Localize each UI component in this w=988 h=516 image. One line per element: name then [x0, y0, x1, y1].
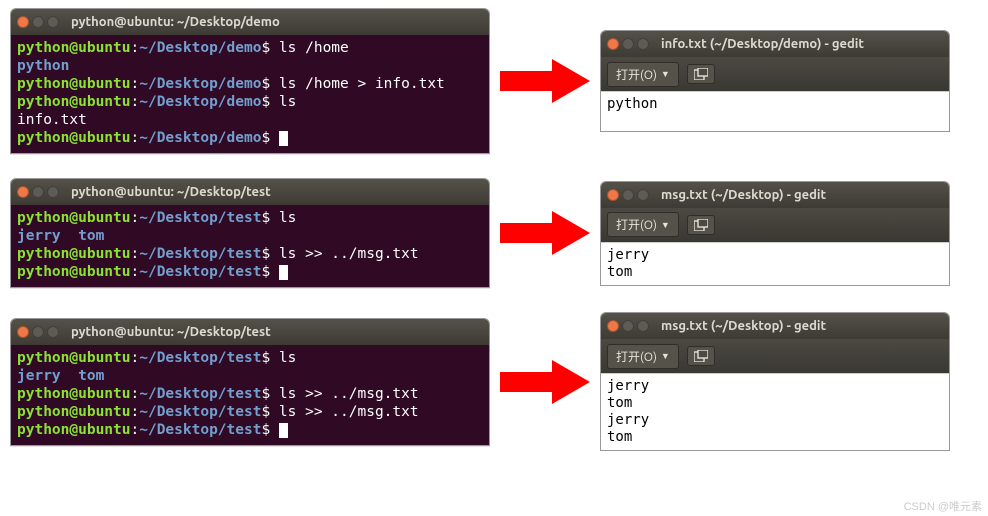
- window-titlebar: python@ubuntu: ~/Desktop/demo: [11, 9, 489, 35]
- terminal-window: python@ubuntu: ~/Desktop/demo python@ubun…: [10, 8, 490, 154]
- terminal-line: python: [17, 57, 483, 75]
- gedit-window: msg.txt (~/Desktop) - gedit 打开(O)▼ jerryto…: [600, 181, 950, 286]
- terminal-line: python@ubuntu:~/Desktop/demo$: [17, 129, 483, 147]
- terminal-line: python@ubuntu:~/Desktop/test$ ls: [17, 349, 483, 367]
- gedit-line: tom: [607, 395, 943, 412]
- terminal-line: python@ubuntu:~/Desktop/test$ ls: [17, 209, 483, 227]
- terminal-line: jerry tom: [17, 227, 483, 245]
- terminal-line: python@ubuntu:~/Desktop/test$ ls >> ../m…: [17, 245, 483, 263]
- window-controls: [607, 320, 649, 332]
- gedit-line: python: [607, 96, 943, 113]
- terminal-line: python@ubuntu:~/Desktop/test$: [17, 263, 483, 281]
- window-controls: [17, 326, 59, 338]
- gedit-line: jerry: [607, 247, 943, 264]
- terminal-cursor: [279, 423, 288, 438]
- open-button[interactable]: 打开(O)▼: [607, 212, 679, 237]
- terminal-line: python@ubuntu:~/Desktop/demo$ ls: [17, 93, 483, 111]
- terminal-body[interactable]: python@ubuntu:~/Desktop/test$ lsjerry to…: [11, 345, 489, 445]
- terminal-body[interactable]: python@ubuntu:~/Desktop/demo$ ls /homepy…: [11, 35, 489, 153]
- terminal-cursor: [279, 131, 288, 146]
- close-button[interactable]: [17, 186, 29, 198]
- min-button[interactable]: [32, 16, 44, 28]
- close-button[interactable]: [17, 326, 29, 338]
- terminal-body[interactable]: python@ubuntu:~/Desktop/test$ lsjerry to…: [11, 205, 489, 287]
- window-controls: [607, 189, 649, 201]
- close-button[interactable]: [607, 320, 619, 332]
- terminal-line: python@ubuntu:~/Desktop/demo$ ls /home: [17, 39, 483, 57]
- terminal-line: python@ubuntu:~/Desktop/demo$ ls /home >…: [17, 75, 483, 93]
- max-button[interactable]: [47, 186, 59, 198]
- close-button[interactable]: [607, 189, 619, 201]
- example-row: python@ubuntu: ~/Desktop/test python@ubun…: [10, 312, 978, 451]
- window-titlebar: msg.txt (~/Desktop) - gedit: [601, 182, 949, 208]
- gedit-toolbar: 打开(O)▼: [601, 208, 949, 242]
- max-button[interactable]: [637, 320, 649, 332]
- example-row: python@ubuntu: ~/Desktop/test python@ubun…: [10, 178, 978, 288]
- new-tab-button[interactable]: [687, 64, 715, 84]
- gedit-line: jerry: [607, 378, 943, 395]
- min-button[interactable]: [32, 326, 44, 338]
- gedit-text-area[interactable]: jerrytom: [601, 242, 949, 285]
- close-button[interactable]: [17, 16, 29, 28]
- min-button[interactable]: [622, 38, 634, 50]
- terminal-line: python@ubuntu:~/Desktop/test$ ls >> ../m…: [17, 403, 483, 421]
- window-titlebar: msg.txt (~/Desktop) - gedit: [601, 313, 949, 339]
- gedit-text-area[interactable]: jerrytomjerrytom: [601, 373, 949, 450]
- max-button[interactable]: [47, 326, 59, 338]
- terminal-line: python@ubuntu:~/Desktop/test$: [17, 421, 483, 439]
- terminal-cursor: [279, 265, 288, 280]
- gedit-line: tom: [607, 264, 943, 281]
- max-button[interactable]: [47, 16, 59, 28]
- new-tab-button[interactable]: [687, 215, 715, 235]
- terminal-line: python@ubuntu:~/Desktop/test$ ls >> ../m…: [17, 385, 483, 403]
- max-button[interactable]: [637, 189, 649, 201]
- close-button[interactable]: [607, 38, 619, 50]
- terminal-window: python@ubuntu: ~/Desktop/test python@ubun…: [10, 178, 490, 288]
- terminal-window: python@ubuntu: ~/Desktop/test python@ubun…: [10, 318, 490, 446]
- chevron-down-icon: ▼: [661, 220, 670, 230]
- new-tab-button[interactable]: [687, 346, 715, 366]
- window-title: python@ubuntu: ~/Desktop/test: [71, 325, 271, 339]
- window-controls: [607, 38, 649, 50]
- window-title: info.txt (~/Desktop/demo) - gedit: [661, 37, 864, 51]
- window-title: msg.txt (~/Desktop) - gedit: [661, 188, 826, 202]
- window-titlebar: info.txt (~/Desktop/demo) - gedit: [601, 31, 949, 57]
- arrow-icon: [490, 360, 600, 404]
- gedit-text-area[interactable]: python: [601, 91, 949, 131]
- arrow-icon: [490, 59, 600, 103]
- window-title: python@ubuntu: ~/Desktop/test: [71, 185, 271, 199]
- window-controls: [17, 16, 59, 28]
- gedit-line: jerry: [607, 412, 943, 429]
- min-button[interactable]: [622, 189, 634, 201]
- arrow-icon: [490, 211, 600, 255]
- window-titlebar: python@ubuntu: ~/Desktop/test: [11, 319, 489, 345]
- gedit-line: tom: [607, 429, 943, 446]
- open-button[interactable]: 打开(O)▼: [607, 344, 679, 369]
- gedit-window: msg.txt (~/Desktop) - gedit打开(O)▼jerryto…: [600, 312, 950, 451]
- example-row: python@ubuntu: ~/Desktop/demo python@ubun…: [10, 8, 978, 154]
- gedit-window: info.txt (~/Desktop/demo) - gedit 打开(O)▼ p…: [600, 30, 950, 132]
- terminal-line: info.txt: [17, 111, 483, 129]
- gedit-toolbar: 打开(O)▼: [601, 57, 949, 91]
- open-button[interactable]: 打开(O)▼: [607, 62, 679, 87]
- watermark: CSDN @唯元素: [904, 498, 982, 514]
- window-title: msg.txt (~/Desktop) - gedit: [661, 319, 826, 333]
- terminal-line: jerry tom: [17, 367, 483, 385]
- max-button[interactable]: [637, 38, 649, 50]
- gedit-toolbar: 打开(O)▼: [601, 339, 949, 373]
- chevron-down-icon: ▼: [661, 69, 670, 79]
- window-controls: [17, 186, 59, 198]
- min-button[interactable]: [622, 320, 634, 332]
- min-button[interactable]: [32, 186, 44, 198]
- window-titlebar: python@ubuntu: ~/Desktop/test: [11, 179, 489, 205]
- chevron-down-icon: ▼: [661, 351, 670, 361]
- window-title: python@ubuntu: ~/Desktop/demo: [71, 15, 280, 29]
